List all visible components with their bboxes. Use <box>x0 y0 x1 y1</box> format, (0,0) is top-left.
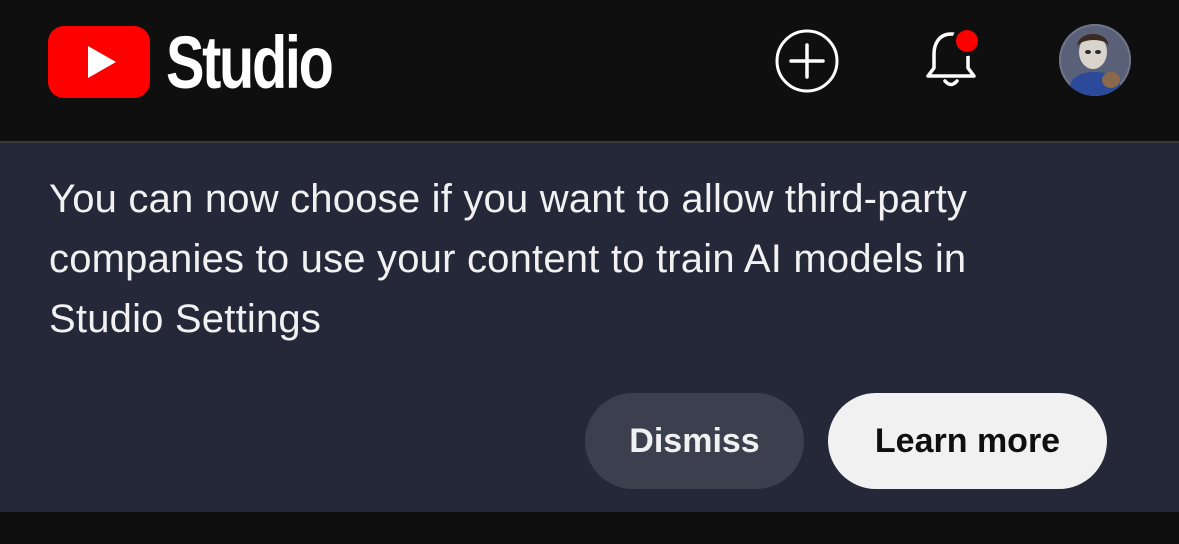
notification-dot <box>956 30 978 52</box>
dismiss-button[interactable]: Dismiss <box>585 393 804 489</box>
user-avatar-icon <box>1059 24 1131 96</box>
studio-logo[interactable]: Studio <box>48 24 378 100</box>
plus-circle-icon <box>775 29 839 93</box>
content-area <box>0 512 1179 544</box>
bell-icon <box>926 26 982 87</box>
banner-message: You can now choose if you want to allow … <box>49 177 968 341</box>
avatar[interactable] <box>1059 24 1131 96</box>
learn-more-button[interactable]: Learn more <box>828 393 1107 489</box>
studio-app: Studio You can now choose if you want to… <box>0 0 1179 544</box>
app-name: Studio <box>166 21 334 104</box>
youtube-play-icon <box>48 26 150 98</box>
create-button[interactable] <box>775 29 839 93</box>
notifications-button[interactable] <box>918 24 988 94</box>
ai-training-banner: You can now choose if you want to allow … <box>0 143 1179 512</box>
top-app-bar: Studio <box>0 0 1179 143</box>
